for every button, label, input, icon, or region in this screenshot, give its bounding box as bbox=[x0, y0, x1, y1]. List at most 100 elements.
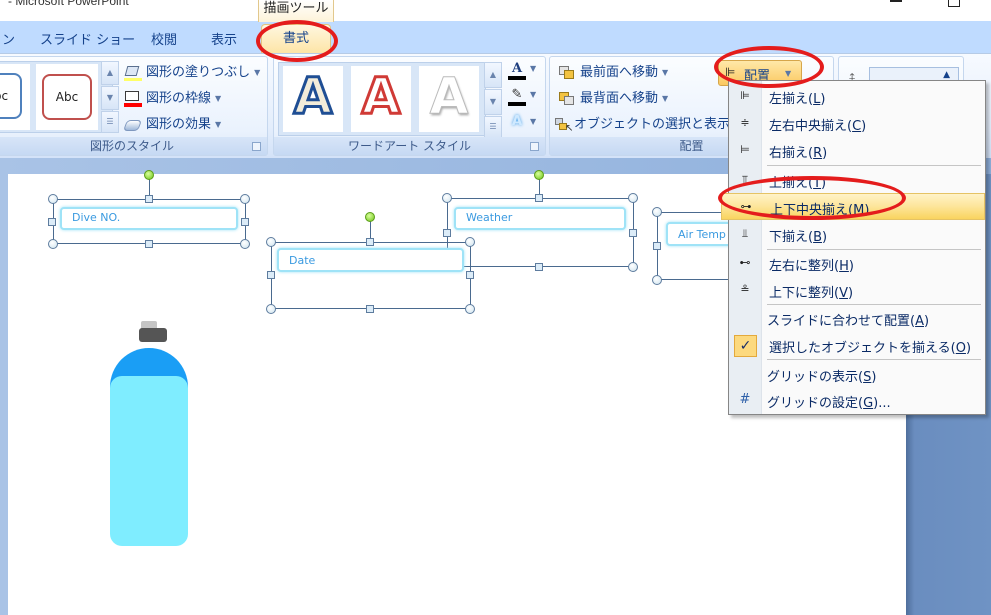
rotation-handle[interactable] bbox=[534, 170, 544, 180]
check-icon: ✓ bbox=[734, 335, 757, 357]
resize-handle[interactable] bbox=[652, 275, 662, 285]
resize-handle[interactable] bbox=[442, 193, 452, 203]
wordart-gallery: A A A bbox=[278, 62, 486, 136]
resize-handle[interactable] bbox=[48, 194, 58, 204]
chevron-down-icon: ▼ bbox=[215, 94, 222, 103]
send-to-back-button[interactable]: 最背面へ移動 ▼ bbox=[558, 87, 668, 107]
tank-body[interactable] bbox=[110, 376, 188, 546]
chevron-down-icon: ▼ bbox=[530, 90, 537, 99]
resize-handle[interactable] bbox=[48, 239, 58, 249]
tab-review[interactable]: 校閲 bbox=[151, 29, 177, 48]
menu-item-align-right[interactable]: ⊨ 右揃え(R) bbox=[729, 137, 985, 164]
resize-handle[interactable] bbox=[465, 237, 475, 247]
menu-item-align-bottom[interactable]: ⫫ 下揃え(B) bbox=[729, 221, 985, 248]
rotation-handle[interactable] bbox=[144, 170, 154, 180]
shape-fill-button[interactable]: 図形の塗りつぶし ▼ bbox=[124, 61, 260, 81]
accelerator-key: H bbox=[839, 259, 849, 274]
textbox-dive-no[interactable]: Dive NO. bbox=[60, 207, 238, 230]
gallery-scroll-up[interactable]: ▲ bbox=[484, 62, 502, 88]
resize-handle[interactable] bbox=[266, 304, 276, 314]
textbox-date[interactable]: Date bbox=[277, 248, 464, 272]
chevron-down-icon: ▼ bbox=[254, 68, 261, 77]
resize-handle[interactable] bbox=[241, 218, 249, 226]
menu-item-grid-settings[interactable]: # グリッドの設定(G)... bbox=[729, 387, 985, 414]
tank-knob bbox=[139, 328, 167, 342]
bring-to-front-label: 最前面へ移動 bbox=[580, 65, 659, 80]
shape-fill-label: 図形の塗りつぶし bbox=[146, 65, 251, 80]
resize-handle[interactable] bbox=[628, 262, 638, 272]
selection-pane-button[interactable]: ↖ オブジェクトの選択と表示 bbox=[554, 113, 730, 134]
pen-outline-icon bbox=[124, 90, 142, 107]
resize-handle[interactable] bbox=[145, 195, 153, 203]
maximize-icon[interactable] bbox=[948, 0, 960, 7]
shape-style-gallery: bc Abc bbox=[0, 61, 113, 133]
resize-handle[interactable] bbox=[145, 240, 153, 248]
paint-bucket-icon bbox=[124, 65, 142, 81]
tab-view[interactable]: 表示 bbox=[211, 29, 237, 48]
shape-style-preview: Abc bbox=[42, 74, 92, 120]
menu-item-label: 下揃え bbox=[769, 230, 809, 245]
resize-handle[interactable] bbox=[366, 305, 374, 313]
text-outline-icon: ✎ bbox=[508, 87, 526, 106]
resize-handle[interactable] bbox=[535, 194, 543, 202]
resize-handle[interactable] bbox=[628, 193, 638, 203]
tab-slideshow[interactable]: スライド ショー bbox=[40, 29, 135, 48]
menu-item-align-to-slide[interactable]: スライドに合わせて配置(A) bbox=[729, 305, 985, 332]
resize-handle[interactable] bbox=[366, 238, 374, 246]
spin-up-icon[interactable]: ▲ bbox=[943, 70, 950, 80]
resize-handle[interactable] bbox=[629, 229, 637, 237]
resize-handle[interactable] bbox=[266, 237, 276, 247]
shape-style-item[interactable]: Abc bbox=[36, 64, 98, 130]
annotation-ring-align-middle bbox=[718, 176, 906, 220]
rotation-handle[interactable] bbox=[365, 212, 375, 222]
menu-item-distribute-horizontally[interactable]: ⊷ 左右に整列(H) bbox=[729, 250, 985, 277]
menu-item-align-selected-objects[interactable]: ✓ 選択したオブジェクトを揃える(O) bbox=[729, 332, 985, 359]
accelerator-key: A bbox=[915, 314, 924, 329]
resize-handle[interactable] bbox=[466, 271, 474, 279]
resize-handle[interactable] bbox=[240, 239, 250, 249]
resize-handle[interactable] bbox=[443, 229, 451, 237]
dialog-launcher-icon[interactable] bbox=[530, 142, 539, 151]
resize-handle[interactable] bbox=[48, 218, 56, 226]
shape-style-item[interactable]: bc bbox=[0, 64, 30, 130]
menu-item-show-grid[interactable]: グリッドの表示(S) bbox=[729, 361, 985, 388]
menu-item-label: 右揃え bbox=[769, 146, 809, 161]
text-effects-button[interactable]: A ▼ bbox=[508, 114, 536, 129]
shape-outline-button[interactable]: 図形の枠線 ▼ bbox=[124, 87, 221, 107]
shape-effects-button[interactable]: 図形の効果 ▼ bbox=[122, 113, 221, 133]
wordart-style-item[interactable]: A bbox=[419, 66, 479, 132]
gallery-more[interactable]: ☰ bbox=[101, 111, 119, 133]
resize-handle[interactable] bbox=[652, 207, 662, 217]
annotation-ring-align-button bbox=[714, 46, 824, 88]
textbox-weather[interactable]: Weather bbox=[454, 207, 626, 230]
wordart-style-item[interactable]: A bbox=[351, 66, 411, 132]
menu-separator bbox=[767, 359, 981, 360]
text-outline-button[interactable]: ✎ ▼ bbox=[508, 87, 536, 106]
resize-handle[interactable] bbox=[240, 194, 250, 204]
gallery-scroll-down[interactable]: ▼ bbox=[101, 86, 119, 110]
menu-item-distribute-vertically[interactable]: ≗ 上下に整列(V) bbox=[729, 277, 985, 304]
resize-handle[interactable] bbox=[465, 304, 475, 314]
wordart-style-item[interactable]: A bbox=[283, 66, 343, 132]
chevron-down-icon: ▼ bbox=[530, 64, 537, 73]
dialog-launcher-icon[interactable] bbox=[252, 142, 261, 151]
minimize-icon[interactable] bbox=[890, 0, 902, 2]
accelerator-key: S bbox=[863, 370, 872, 385]
text-fill-button[interactable]: A ▼ bbox=[508, 61, 536, 80]
rotation-line bbox=[370, 220, 371, 240]
shape-style-preview: bc bbox=[0, 73, 22, 119]
menu-item-align-center[interactable]: ≑ 左右中央揃え(C) bbox=[729, 110, 985, 137]
shape-styles-label: 図形のスタイル bbox=[0, 137, 267, 155]
gallery-scroll-down[interactable]: ▼ bbox=[484, 89, 502, 115]
resize-handle[interactable] bbox=[535, 263, 543, 271]
menu-item-label: グリッドの設定 bbox=[767, 396, 859, 411]
gallery-more[interactable]: ☰ bbox=[484, 116, 502, 138]
resize-handle[interactable] bbox=[267, 271, 275, 279]
gallery-scroll-up[interactable]: ▲ bbox=[101, 61, 119, 85]
tab-design[interactable]: ン bbox=[2, 29, 15, 48]
bring-to-front-button[interactable]: 最前面へ移動 ▼ bbox=[558, 61, 668, 81]
align-dropdown-menu: ⊫ 左揃え(L) ≑ 左右中央揃え(C) ⊨ 右揃え(R) ⫪ 上揃え(T) ⊶… bbox=[721, 80, 986, 415]
textbox-air-temp[interactable]: Air Temp bbox=[666, 222, 736, 246]
distribute-vertically-icon: ≗ bbox=[740, 283, 750, 296]
resize-handle[interactable] bbox=[653, 242, 661, 250]
